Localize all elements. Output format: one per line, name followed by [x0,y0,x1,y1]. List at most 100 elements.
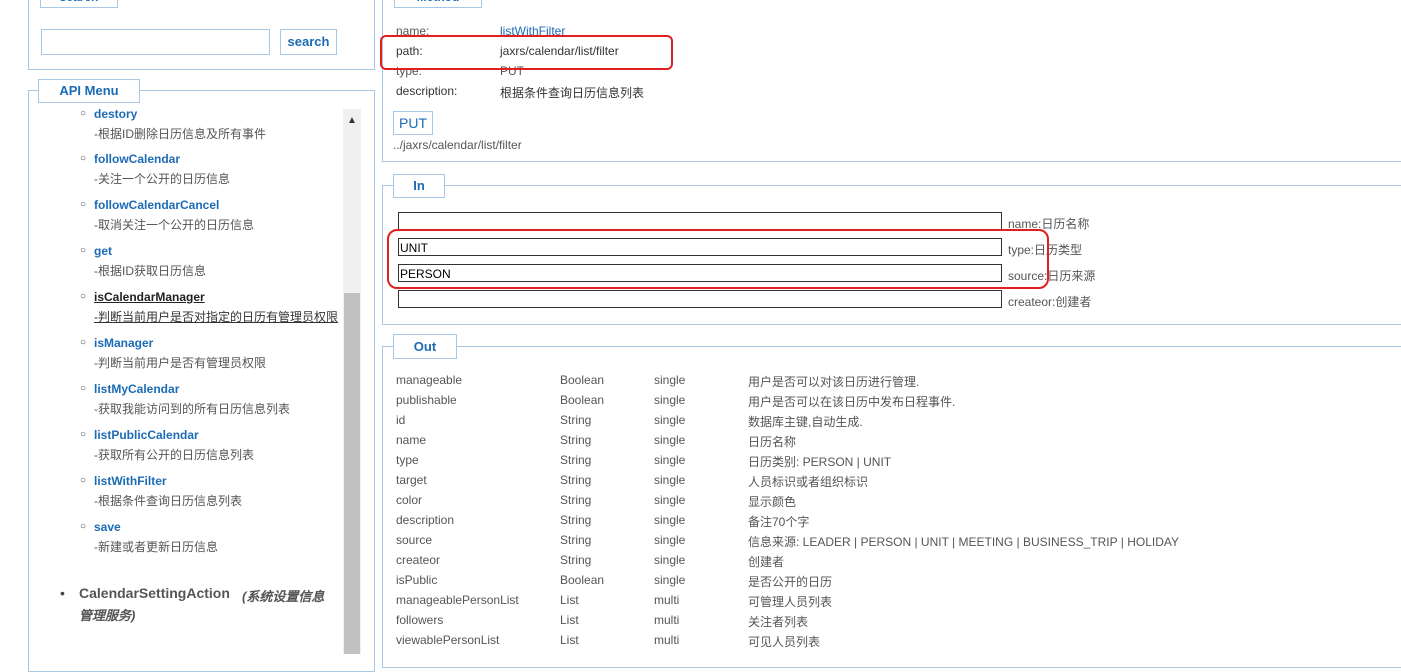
out-field-name: source [396,533,433,547]
out-field-type: List [560,633,579,647]
out-field-description: 用户是否可以对该日历进行管理. [748,375,920,389]
scroll-up-arrow-icon[interactable]: ▲ [343,115,361,126]
out-field-name: isPublic [396,573,438,587]
menu-link-ismanager[interactable]: isManager [94,336,153,350]
out-field-name: manageablePersonList [396,593,519,607]
bullet-icon: ○ [80,108,87,119]
highlight-type-source [387,229,1049,289]
out-field-multiplicity: single [654,553,686,567]
out-field-description: 用户是否可以在该日历中发布日程事件. [748,395,956,409]
out-field-name: description [396,513,455,527]
menu-desc: -取消关注一个公开的日历信息 [94,218,254,232]
in-legend: In [393,174,445,198]
out-field-type: String [560,473,592,487]
menu-link-get[interactable]: get [94,244,112,258]
out-field-multiplicity: single [654,533,686,547]
out-field-description: 是否公开的日历 [748,575,833,589]
out-field-name: type [396,453,419,467]
menu-link-followcalendar[interactable]: followCalendar [94,152,180,166]
out-field-type: String [560,533,592,547]
bullet-icon: ○ [80,429,87,440]
search-legend: search [40,0,118,8]
out-field-type: String [560,413,592,427]
out-field-multiplicity: single [654,393,686,407]
menu-group-desc-cont: 管理服务) [79,608,136,623]
menu-desc: -根据ID删除日历信息及所有事件 [94,127,266,141]
out-field-multiplicity: single [654,513,686,527]
menu-desc: -根据条件查询日历信息列表 [94,494,242,508]
bullet-icon: ○ [80,521,87,532]
menu-link-listwithfilter[interactable]: listWithFilter [94,474,167,488]
menu-desc: -新建或者更新日历信息 [94,540,218,554]
menu-desc: -获取我能访问到的所有日历信息列表 [94,402,290,416]
out-field-multiplicity: single [654,473,686,487]
method-value-description: 根据条件查询日历信息列表 [500,86,645,100]
out-field-description: 信息来源: LEADER | PERSON | UNIT | MEETING |… [748,535,1180,549]
menu-link-listmycalendar[interactable]: listMyCalendar [94,382,179,396]
out-field-description: 日历名称 [748,435,797,449]
out-field-name: publishable [396,393,457,407]
out-field-description: 关注者列表 [748,615,809,629]
out-field-name: target [396,473,427,487]
menu-link-save[interactable]: save [94,520,121,534]
out-field-name: color [396,493,423,507]
out-field-name: id [396,413,406,427]
out-field-type: String [560,553,592,567]
menu-link-iscalendarmanager[interactable]: isCalendarManager [94,290,205,304]
api-menu-legend: API Menu [38,79,140,103]
menu-link-followcalendarcancel[interactable]: followCalendarCancel [94,198,219,212]
out-field-description: 人员标识或者组织标识 [748,475,869,489]
menu-desc: -关注一个公开的日历信息 [94,172,230,186]
search-button[interactable]: search [280,29,337,55]
menu-desc: -获取所有公开的日历信息列表 [94,448,254,462]
bullet-icon: ○ [80,153,87,164]
out-field-description: 可见人员列表 [748,635,821,649]
out-field-name: createor [396,553,441,567]
out-field-type: List [560,593,579,607]
out-field-multiplicity: single [654,373,686,387]
bullet-icon: ○ [80,475,87,486]
in-field-createor[interactable] [398,290,1002,308]
in-label-createor: createor:创建者 [1008,295,1092,309]
out-field-name: manageable [396,373,463,387]
highlight-path [380,35,673,70]
search-input[interactable] [41,29,270,55]
out-field-type: Boolean [560,393,605,407]
out-field-type: List [560,613,579,627]
bullet-icon: ○ [80,245,87,256]
menu-scrollbar[interactable]: ▲ [343,109,361,654]
out-field-description: 显示颜色 [748,495,797,509]
menu-desc: -判断当前用户是否有管理员权限 [94,356,266,370]
menu-link-listpubliccalendar[interactable]: listPublicCalendar [94,428,199,442]
out-field-type: Boolean [560,573,605,587]
out-field-description: 备注70个字 [748,515,810,529]
out-field-multiplicity: single [654,573,686,587]
put-button[interactable]: PUT [393,111,433,135]
bullet-icon: • [60,585,65,601]
method-url: ../jaxrs/calendar/list/filter [393,138,522,152]
out-field-description: 创建者 [748,555,785,569]
out-field-name: followers [396,613,444,627]
out-field-multiplicity: multi [654,593,680,607]
out-field-multiplicity: single [654,433,686,447]
out-field-name: name [396,433,427,447]
scroll-thumb[interactable] [344,293,360,654]
method-key-description: description: [396,84,458,98]
out-field-type: Boolean [560,373,605,387]
out-field-name: viewablePersonList [396,633,500,647]
out-field-type: String [560,433,592,447]
out-field-type: String [560,493,592,507]
out-field-description: 数据库主键,自动生成. [748,415,863,429]
out-field-description: 可管理人员列表 [748,595,833,609]
out-field-type: String [560,513,592,527]
out-field-multiplicity: multi [654,633,680,647]
bullet-icon: ○ [80,291,87,302]
out-field-multiplicity: single [654,453,686,467]
method-legend: Method [394,0,482,8]
bullet-icon: ○ [80,199,87,210]
menu-link-destory[interactable]: destory [94,107,137,121]
out-field-multiplicity: single [654,493,686,507]
menu-desc: -判断当前用户是否对指定的日历有管理员权限 [94,310,338,324]
in-field-name[interactable] [398,212,1002,230]
menu-group-name[interactable]: CalendarSettingAction [79,585,230,601]
